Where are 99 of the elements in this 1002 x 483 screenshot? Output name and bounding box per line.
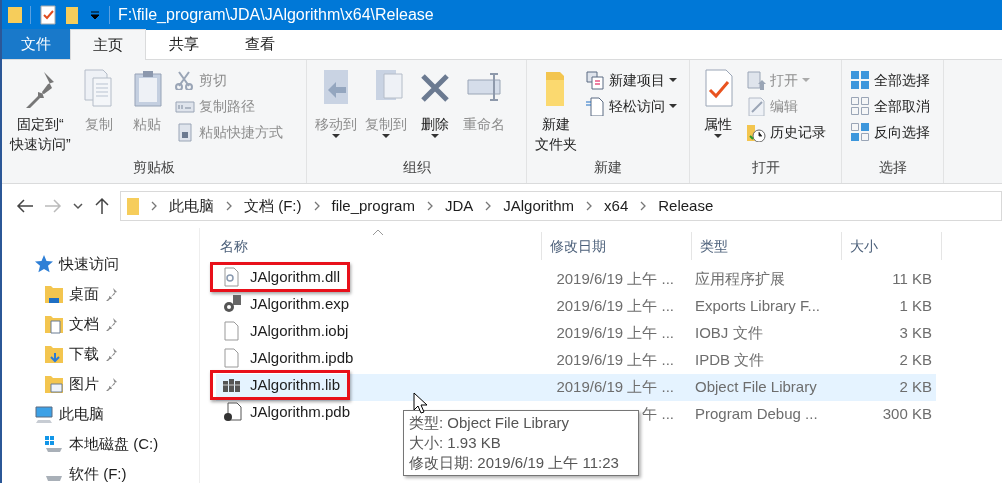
table-cell-text: 2019/6/19 上午 ... [555,377,675,398]
table-cell-text: IOBJ 文件 [694,323,764,344]
document-folder-icon[interactable] [44,314,64,334]
breadcrumb[interactable]: JAlgorithm [503,194,575,218]
document-icon [585,96,605,116]
ribbon-tab[interactable]: 查看 [222,29,298,59]
nav-item[interactable]: 文档 [69,312,99,336]
history-icon [746,122,766,142]
file-name: JAlgorithm.dll [250,266,341,287]
file-name: JAlgorithm.lib [250,374,341,395]
new-item-icon [585,70,605,90]
file-icon [222,320,242,341]
nav-item[interactable]: 软件 (F:) [69,462,127,483]
nav-item[interactable]: 桌面 [69,282,99,306]
group-label: 组织 [401,158,432,177]
table-cell-text: 3 KB [898,323,932,344]
ribbon-button[interactable]: 全部选择 [848,68,932,92]
table-cell-text: 2 KB [898,377,932,398]
column-header[interactable]: 类型 [692,232,842,260]
file-name: JAlgorithm.pdb [250,401,351,422]
breadcrumb[interactable]: file_program [331,194,415,218]
table-cell-text: 2019/6/19 上午 ... [555,296,675,317]
tooltip-line: 类型: Object File Library [409,413,571,433]
column-header[interactable]: 修改日期 [542,232,692,260]
grid-icon [850,70,870,90]
properties-icon[interactable] [39,4,57,26]
ribbon-button[interactable]: 反向选择 [848,120,932,144]
table-cell-text: Exports Library F... [694,296,822,317]
table-cell-text: 2019/6/19 上午 ... [555,323,675,344]
chevron-icon[interactable] [484,200,493,212]
sort-icon[interactable] [372,228,384,236]
window-title: F:\file_program\JDA\JAlgorithm\x64\Release [118,5,434,25]
table-cell-text: IPDB 文件 [694,350,766,371]
table-cell-text: 300 KB [881,404,932,425]
nav-item[interactable]: 下载 [69,342,99,366]
nav-item[interactable]: 此电脑 [59,402,104,426]
grid-icon [850,122,870,142]
table-cell-text: 2019/6/19 上午 ... [555,350,675,371]
breadcrumb[interactable]: x64 [604,194,629,218]
group-label: 选择 [877,158,908,177]
breadcrumb[interactable]: 此电脑 [169,194,214,218]
desktop-folder-icon[interactable] [44,284,64,304]
nav-item[interactable]: 快速访问 [59,252,119,276]
folder-icon [8,4,22,26]
table-cell-text: Program Debug ... [694,404,819,425]
tooltip-line: 大小: 1.93 KB [409,433,502,453]
file-name: JAlgorithm.iobj [250,320,349,341]
folder-icon [127,196,139,216]
ribbon-button[interactable]: 属性 [696,64,740,157]
group-label: 新建 [593,158,623,177]
table-cell-text: 应用程序扩展 [694,269,786,290]
table-cell-text: 2019/6/19 上午 ... [555,269,675,290]
chevron-icon[interactable] [639,200,648,212]
back-icon[interactable] [16,198,34,214]
ribbon-button[interactable]: 轻松访问 [583,94,679,118]
nav-item[interactable]: 本地磁盘 (C:) [69,432,159,456]
column-header[interactable]: 名称 [212,232,542,260]
tooltip-line: 修改日期: 2019/6/19 上午 11:23 [409,453,620,473]
computer-icon[interactable] [34,404,54,424]
file-icon [222,401,242,422]
address-bar[interactable]: 此电脑 文档 (F:) file_program JDA JAlgorithm x64 Release [120,191,1002,221]
ribbon-button[interactable]: 删除 [413,64,457,157]
grid-icon [850,96,870,116]
download-folder-icon[interactable] [44,344,64,364]
breadcrumb[interactable]: 文档 (F:) [244,194,302,218]
chevron-icon[interactable] [150,200,158,212]
table-cell-text: 1 KB [898,296,932,317]
file-icon [222,347,242,368]
group-label: 打开 [750,158,781,177]
chevron-icon[interactable] [425,200,434,212]
ribbon-button[interactable]: 新建 文件夹 [533,64,579,157]
drive-icon[interactable] [44,434,64,454]
table-cell-text: 2 KB [898,350,932,371]
group-label: 剪贴板 [132,158,176,177]
new-folder-icon[interactable] [65,4,81,26]
chevron-icon[interactable] [585,200,594,212]
scissors-icon [174,70,195,90]
picture-folder-icon[interactable] [44,374,64,394]
nav-item[interactable]: 图片 [69,372,99,396]
ribbon-tab[interactable]: 主页 [70,29,146,60]
ribbon-button[interactable]: 历史记录 [744,120,828,144]
ribbon-button[interactable]: 固定到“ 快速访问” [8,64,73,157]
table-cell-text: 11 KB [891,269,932,290]
file-name: JAlgorithm.ipdb [250,347,354,368]
ribbon-tab[interactable]: 共享 [146,29,222,59]
table-cell-text: Object File Library [694,377,818,398]
edit-icon [746,96,766,116]
open-icon [746,70,766,90]
up-icon[interactable] [94,197,110,215]
chevron-icon[interactable] [225,200,233,212]
ribbon-button[interactable]: 新建项目 [583,68,679,92]
column-header[interactable]: 大小 [842,232,942,260]
star-icon[interactable] [34,254,54,274]
ribbon-tab[interactable]: 文件 [2,29,70,59]
ribbon-button[interactable]: 全部取消 [848,94,932,118]
file-name: JAlgorithm.exp [250,293,350,314]
breadcrumb[interactable]: Release [658,194,714,218]
chevron-icon[interactable] [312,200,321,212]
breadcrumb[interactable]: JDA [444,194,474,218]
